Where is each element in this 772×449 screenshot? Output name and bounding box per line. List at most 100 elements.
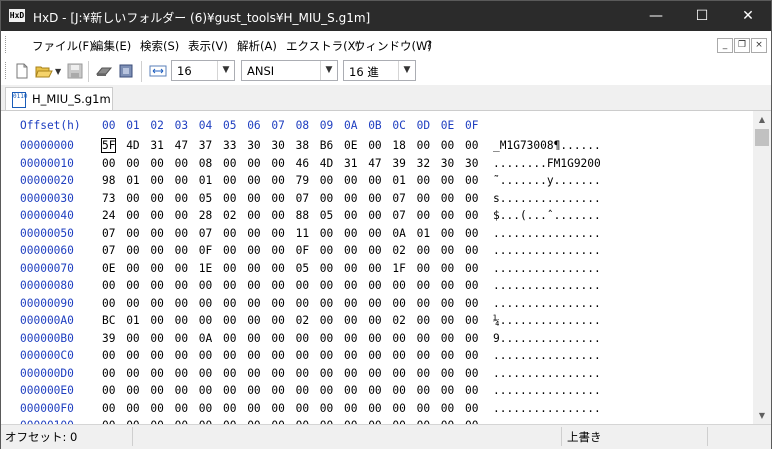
hex-byte[interactable]: 00 xyxy=(247,227,260,240)
hex-byte[interactable]: 00 xyxy=(150,349,163,362)
hex-byte[interactable]: 00 xyxy=(247,349,260,362)
hex-byte[interactable]: 00 xyxy=(175,279,188,292)
ascii-text[interactable]: ................ xyxy=(493,384,601,397)
hex-byte[interactable]: 00 xyxy=(271,209,284,222)
ascii-text[interactable]: $...(...ˆ....... xyxy=(493,209,601,222)
hex-byte[interactable]: 00 xyxy=(441,192,454,205)
hex-byte[interactable]: 00 xyxy=(271,332,284,345)
hex-byte[interactable]: 01 xyxy=(199,174,212,187)
hex-byte[interactable]: 00 xyxy=(247,332,260,345)
menu-extras[interactable]: エクストラ(X) xyxy=(286,38,360,54)
hex-byte[interactable]: 00 xyxy=(296,367,309,380)
hex-byte[interactable]: 00 xyxy=(175,349,188,362)
hex-byte[interactable]: 00 xyxy=(126,262,139,275)
hex-byte[interactable]: 00 xyxy=(247,244,260,257)
minimize-button[interactable]: — xyxy=(633,1,679,31)
hex-byte[interactable]: 00 xyxy=(344,384,357,397)
hex-byte[interactable]: 00 xyxy=(465,349,478,362)
hex-byte[interactable]: 00 xyxy=(150,402,163,415)
hex-byte[interactable]: 00 xyxy=(344,332,357,345)
hex-byte[interactable]: 00 xyxy=(441,279,454,292)
hex-byte[interactable]: 00 xyxy=(223,227,236,240)
hex-byte[interactable]: 00 xyxy=(368,314,381,327)
hex-byte[interactable]: 00 xyxy=(271,279,284,292)
hex-byte[interactable]: 00 xyxy=(368,297,381,310)
hex-byte[interactable]: 00 xyxy=(344,297,357,310)
offset-base-select[interactable]: 16 進 ▼ xyxy=(343,60,416,81)
hex-byte[interactable]: 00 xyxy=(320,297,333,310)
hex-byte[interactable]: BC xyxy=(102,314,115,327)
mdi-close-button[interactable]: × xyxy=(751,38,767,53)
hex-byte[interactable]: 00 xyxy=(320,314,333,327)
hex-editor[interactable]: Offset(h) 00 01 02 03 04 05 06 07 08 09 0A 0B 0C 0D 0E… xyxy=(1,111,753,424)
hex-byte[interactable]: 00 xyxy=(417,297,430,310)
hex-byte[interactable]: 00 xyxy=(223,402,236,415)
hex-byte[interactable]: 00 xyxy=(465,367,478,380)
hex-byte[interactable]: 47 xyxy=(175,139,188,152)
hex-byte[interactable]: 00 xyxy=(465,402,478,415)
hex-byte[interactable]: 00 xyxy=(271,314,284,327)
hex-byte[interactable]: 1F xyxy=(392,262,405,275)
hex-byte[interactable]: 00 xyxy=(247,192,260,205)
hex-byte[interactable]: 00 xyxy=(441,262,454,275)
hex-byte[interactable]: 00 xyxy=(223,367,236,380)
hex-byte[interactable]: 00 xyxy=(368,139,381,152)
hex-byte[interactable]: 07 xyxy=(199,227,212,240)
hex-byte[interactable]: 00 xyxy=(175,227,188,240)
title-bar[interactable]: HxD HxD - [J:¥新しいフォルダー (6)¥gust_tools¥H_… xyxy=(1,1,771,31)
hex-byte[interactable]: 07 xyxy=(102,227,115,240)
hex-byte[interactable]: 00 xyxy=(175,332,188,345)
hex-byte[interactable]: 00 xyxy=(392,279,405,292)
hex-byte[interactable]: 00 xyxy=(223,192,236,205)
hex-byte[interactable]: 00 xyxy=(441,367,454,380)
hex-byte[interactable]: 00 xyxy=(102,384,115,397)
hex-byte[interactable]: 00 xyxy=(271,192,284,205)
hex-byte[interactable]: 00 xyxy=(223,279,236,292)
hex-byte[interactable]: 00 xyxy=(126,332,139,345)
hex-byte[interactable]: 00 xyxy=(368,402,381,415)
open-folder-icon[interactable] xyxy=(35,62,53,80)
hex-byte[interactable]: 00 xyxy=(223,157,236,170)
hex-byte[interactable]: 00 xyxy=(465,192,478,205)
hex-byte[interactable]: 00 xyxy=(199,297,212,310)
hex-byte[interactable]: 00 xyxy=(465,174,478,187)
ascii-text[interactable]: _M1G73008¶...... xyxy=(493,139,601,152)
hex-byte[interactable]: 00 xyxy=(441,402,454,415)
hex-byte[interactable]: 00 xyxy=(126,384,139,397)
hex-byte[interactable]: 00 xyxy=(441,384,454,397)
save-icon[interactable] xyxy=(66,62,84,80)
hex-byte[interactable]: 00 xyxy=(126,192,139,205)
hex-byte[interactable]: 00 xyxy=(368,349,381,362)
hex-byte[interactable]: 00 xyxy=(441,209,454,222)
hex-byte[interactable]: 00 xyxy=(344,174,357,187)
hex-byte[interactable]: 00 xyxy=(223,297,236,310)
mdi-minimize-button[interactable]: _ xyxy=(717,38,733,53)
new-file-icon[interactable] xyxy=(13,62,31,80)
hex-byte[interactable]: 00 xyxy=(199,384,212,397)
ascii-text[interactable]: ................ xyxy=(493,279,601,292)
hex-byte[interactable]: 00 xyxy=(150,209,163,222)
hex-byte[interactable]: 00 xyxy=(150,157,163,170)
scroll-down-icon[interactable]: ▼ xyxy=(753,407,771,424)
hex-byte[interactable]: 00 xyxy=(392,384,405,397)
hex-byte[interactable]: 00 xyxy=(441,314,454,327)
hex-byte[interactable]: 00 xyxy=(417,349,430,362)
hex-byte[interactable]: 00 xyxy=(126,157,139,170)
hex-byte[interactable]: 00 xyxy=(441,332,454,345)
hex-byte[interactable]: 00 xyxy=(296,349,309,362)
hex-byte[interactable]: 79 xyxy=(296,174,309,187)
hex-byte[interactable]: 88 xyxy=(296,209,309,222)
hex-byte[interactable]: 00 xyxy=(223,262,236,275)
hex-byte[interactable]: 00 xyxy=(392,332,405,345)
menu-view[interactable]: 表示(V) xyxy=(188,38,228,54)
hex-byte[interactable]: 98 xyxy=(102,174,115,187)
hex-byte[interactable]: 00 xyxy=(417,262,430,275)
hex-byte[interactable]: 00 xyxy=(223,314,236,327)
hex-byte[interactable]: 02 xyxy=(296,314,309,327)
hex-byte[interactable]: 00 xyxy=(417,209,430,222)
hex-byte[interactable]: 00 xyxy=(271,244,284,257)
hex-byte[interactable]: 00 xyxy=(126,244,139,257)
hex-byte[interactable]: 00 xyxy=(199,314,212,327)
hex-byte[interactable]: 05 xyxy=(320,209,333,222)
hex-byte[interactable]: 00 xyxy=(126,209,139,222)
